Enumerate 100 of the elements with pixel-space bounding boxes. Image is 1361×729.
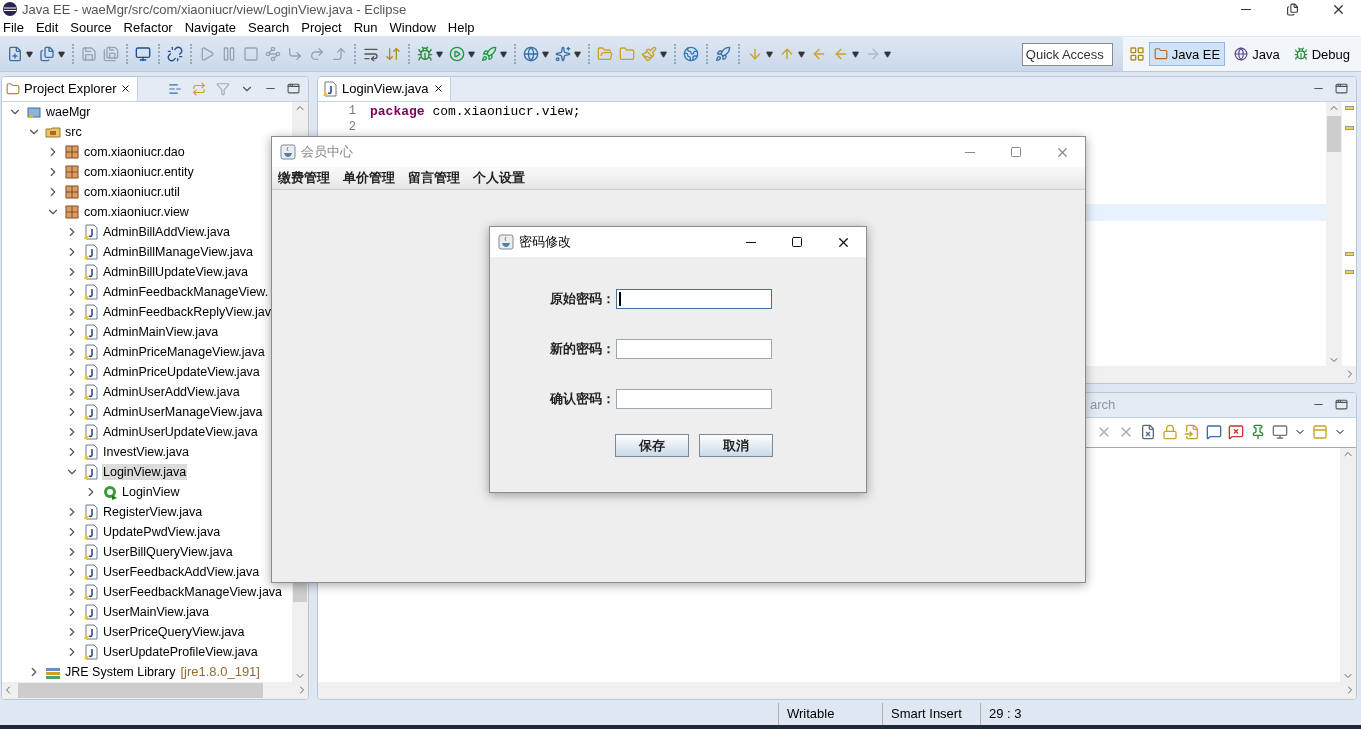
tree-item[interactable]: AdminBillUpdateView.java [102,263,249,280]
menu-item[interactable]: 个人设置 [473,169,525,187]
scrollbar-thumb[interactable] [1327,115,1341,152]
project-explorer-tab[interactable]: Project Explorer [2,76,139,102]
caret-icon[interactable] [58,50,65,58]
tab-label: Project Explorer [24,81,117,97]
menu-item[interactable]: Source [67,19,116,35]
caret-icon[interactable] [468,50,475,58]
collapse-all-icon[interactable] [168,81,182,96]
tree-item[interactable]: AdminPriceUpdateView.java [102,363,261,380]
tree-item[interactable]: JRE System Library [64,663,177,680]
password-field[interactable] [616,339,772,359]
tree-item[interactable]: UserBillQueryView.java [102,543,234,560]
horizontal-scrollbar[interactable] [318,681,1356,699]
tree-item[interactable]: UserUpdateProfileView.java [102,643,259,660]
caret-icon[interactable] [436,50,443,58]
caret-icon[interactable] [884,50,891,58]
message-error-icon[interactable] [1228,424,1244,441]
tree-item[interactable]: LoginView.java [102,463,188,480]
menu-item[interactable]: Search [245,19,294,35]
scrollbar-thumb[interactable] [18,682,263,698]
editor-tab[interactable]: LoginView.java [318,76,451,102]
tree-item[interactable]: UpdatePwdView.java [102,523,222,540]
java-cup-icon [280,144,296,160]
java-file-icon [83,403,99,420]
tree-item[interactable]: RegisterView.java [102,503,204,520]
tree-item[interactable]: AdminFeedbackManageView. [102,283,270,300]
file-input-icon[interactable] [1184,424,1200,441]
tree-item[interactable]: AdminFeedbackReplyView.jav [102,303,272,320]
tree-item[interactable]: LoginView [121,483,181,500]
line-number: 1 [347,103,357,120]
vertical-scrollbar[interactable] [1326,101,1342,366]
tree-item[interactable]: InvestView.java [102,443,190,460]
tree-item[interactable]: UserFeedbackManageView.java [102,583,284,600]
tree-item[interactable]: AdminUserManageView.java [102,403,264,420]
overview-ruler-mark[interactable] [1345,105,1354,110]
tree-item[interactable]: waeMgr [45,103,92,120]
perspective-button[interactable]: Debug [1288,42,1355,67]
cancel-button[interactable]: 取消 [699,434,773,457]
perspective-button[interactable]: Java [1229,42,1285,67]
menu-item[interactable]: 缴费管理 [278,169,330,187]
menu-item[interactable]: Window [386,19,440,35]
menu-item[interactable]: Project [298,19,346,35]
menu-item[interactable]: Run [350,19,382,35]
caret-icon[interactable] [500,50,507,58]
caret-icon[interactable] [574,50,581,58]
quick-access-field[interactable]: Quick Access [1021,42,1113,66]
tree-item[interactable]: AdminMainView.java [102,323,220,340]
menu-item[interactable]: 留言管理 [408,169,460,187]
maximize-icon[interactable] [1335,82,1348,96]
vertical-scrollbar[interactable] [1340,447,1356,682]
caret-icon[interactable] [766,50,773,58]
message-icon[interactable] [1206,424,1222,441]
restore-icon [1285,2,1299,16]
menu-item[interactable]: Edit [32,19,63,35]
password-field[interactable] [616,389,772,409]
java-file-icon [83,283,99,300]
tree-item[interactable]: src [64,123,83,140]
pin-icon[interactable] [1250,424,1266,441]
perspective-button[interactable]: Java EE [1148,42,1226,67]
tree-item[interactable]: AdminPriceManageView.java [102,343,266,360]
overview-ruler-mark[interactable] [1345,269,1354,274]
tree-item[interactable]: AdminBillManageView.java [102,243,254,260]
maximize-icon[interactable] [287,82,300,96]
menu-item[interactable]: Help [444,19,479,35]
save-button[interactable]: 保存 [615,434,689,457]
caret-icon[interactable] [798,50,805,58]
tree-item[interactable]: UserMainView.java [102,603,211,620]
clear-file-icon[interactable] [1140,424,1156,441]
java-file-icon [83,643,99,660]
close-icon[interactable] [432,83,444,95]
tree-item[interactable]: com.xiaoniucr.dao [83,143,186,160]
tree-item[interactable]: AdminUserAddView.java [102,383,241,400]
maximize-icon[interactable] [1335,398,1348,412]
horizontal-scrollbar[interactable] [2,681,308,699]
open-perspective-icon[interactable] [1128,46,1145,63]
line-number: 2 [347,119,357,136]
password-field[interactable] [616,289,772,309]
tree-item[interactable]: UserFeedbackAddView.java [102,563,261,580]
monitor-icon[interactable] [1272,424,1288,441]
tree-item[interactable]: AdminBillAddView.java [102,223,231,240]
tree-item[interactable]: com.xiaoniucr.util [83,183,181,200]
caret-icon[interactable] [26,50,33,58]
tree-item[interactable]: com.xiaoniucr.view [83,203,190,220]
close-icon[interactable] [120,83,132,95]
caret-icon[interactable] [852,50,859,58]
field-label: 原始密码： [550,290,614,308]
menu-item[interactable]: Navigate [181,19,240,35]
overview-ruler-mark[interactable] [1345,251,1354,256]
tree-item[interactable]: UserPriceQueryView.java [102,623,246,640]
menu-item[interactable]: 单价管理 [343,169,395,187]
tree-item[interactable]: com.xiaoniucr.entity [83,163,195,180]
java-file-icon [83,503,99,520]
tree-item[interactable]: AdminUserUpdateView.java [102,423,259,440]
java-file-icon [83,463,99,480]
menu-item[interactable]: File [0,19,28,35]
caret-icon[interactable] [542,50,549,58]
overview-ruler-mark[interactable] [1345,125,1354,130]
caret-icon[interactable] [660,50,667,58]
menu-item[interactable]: Refactor [120,19,177,35]
